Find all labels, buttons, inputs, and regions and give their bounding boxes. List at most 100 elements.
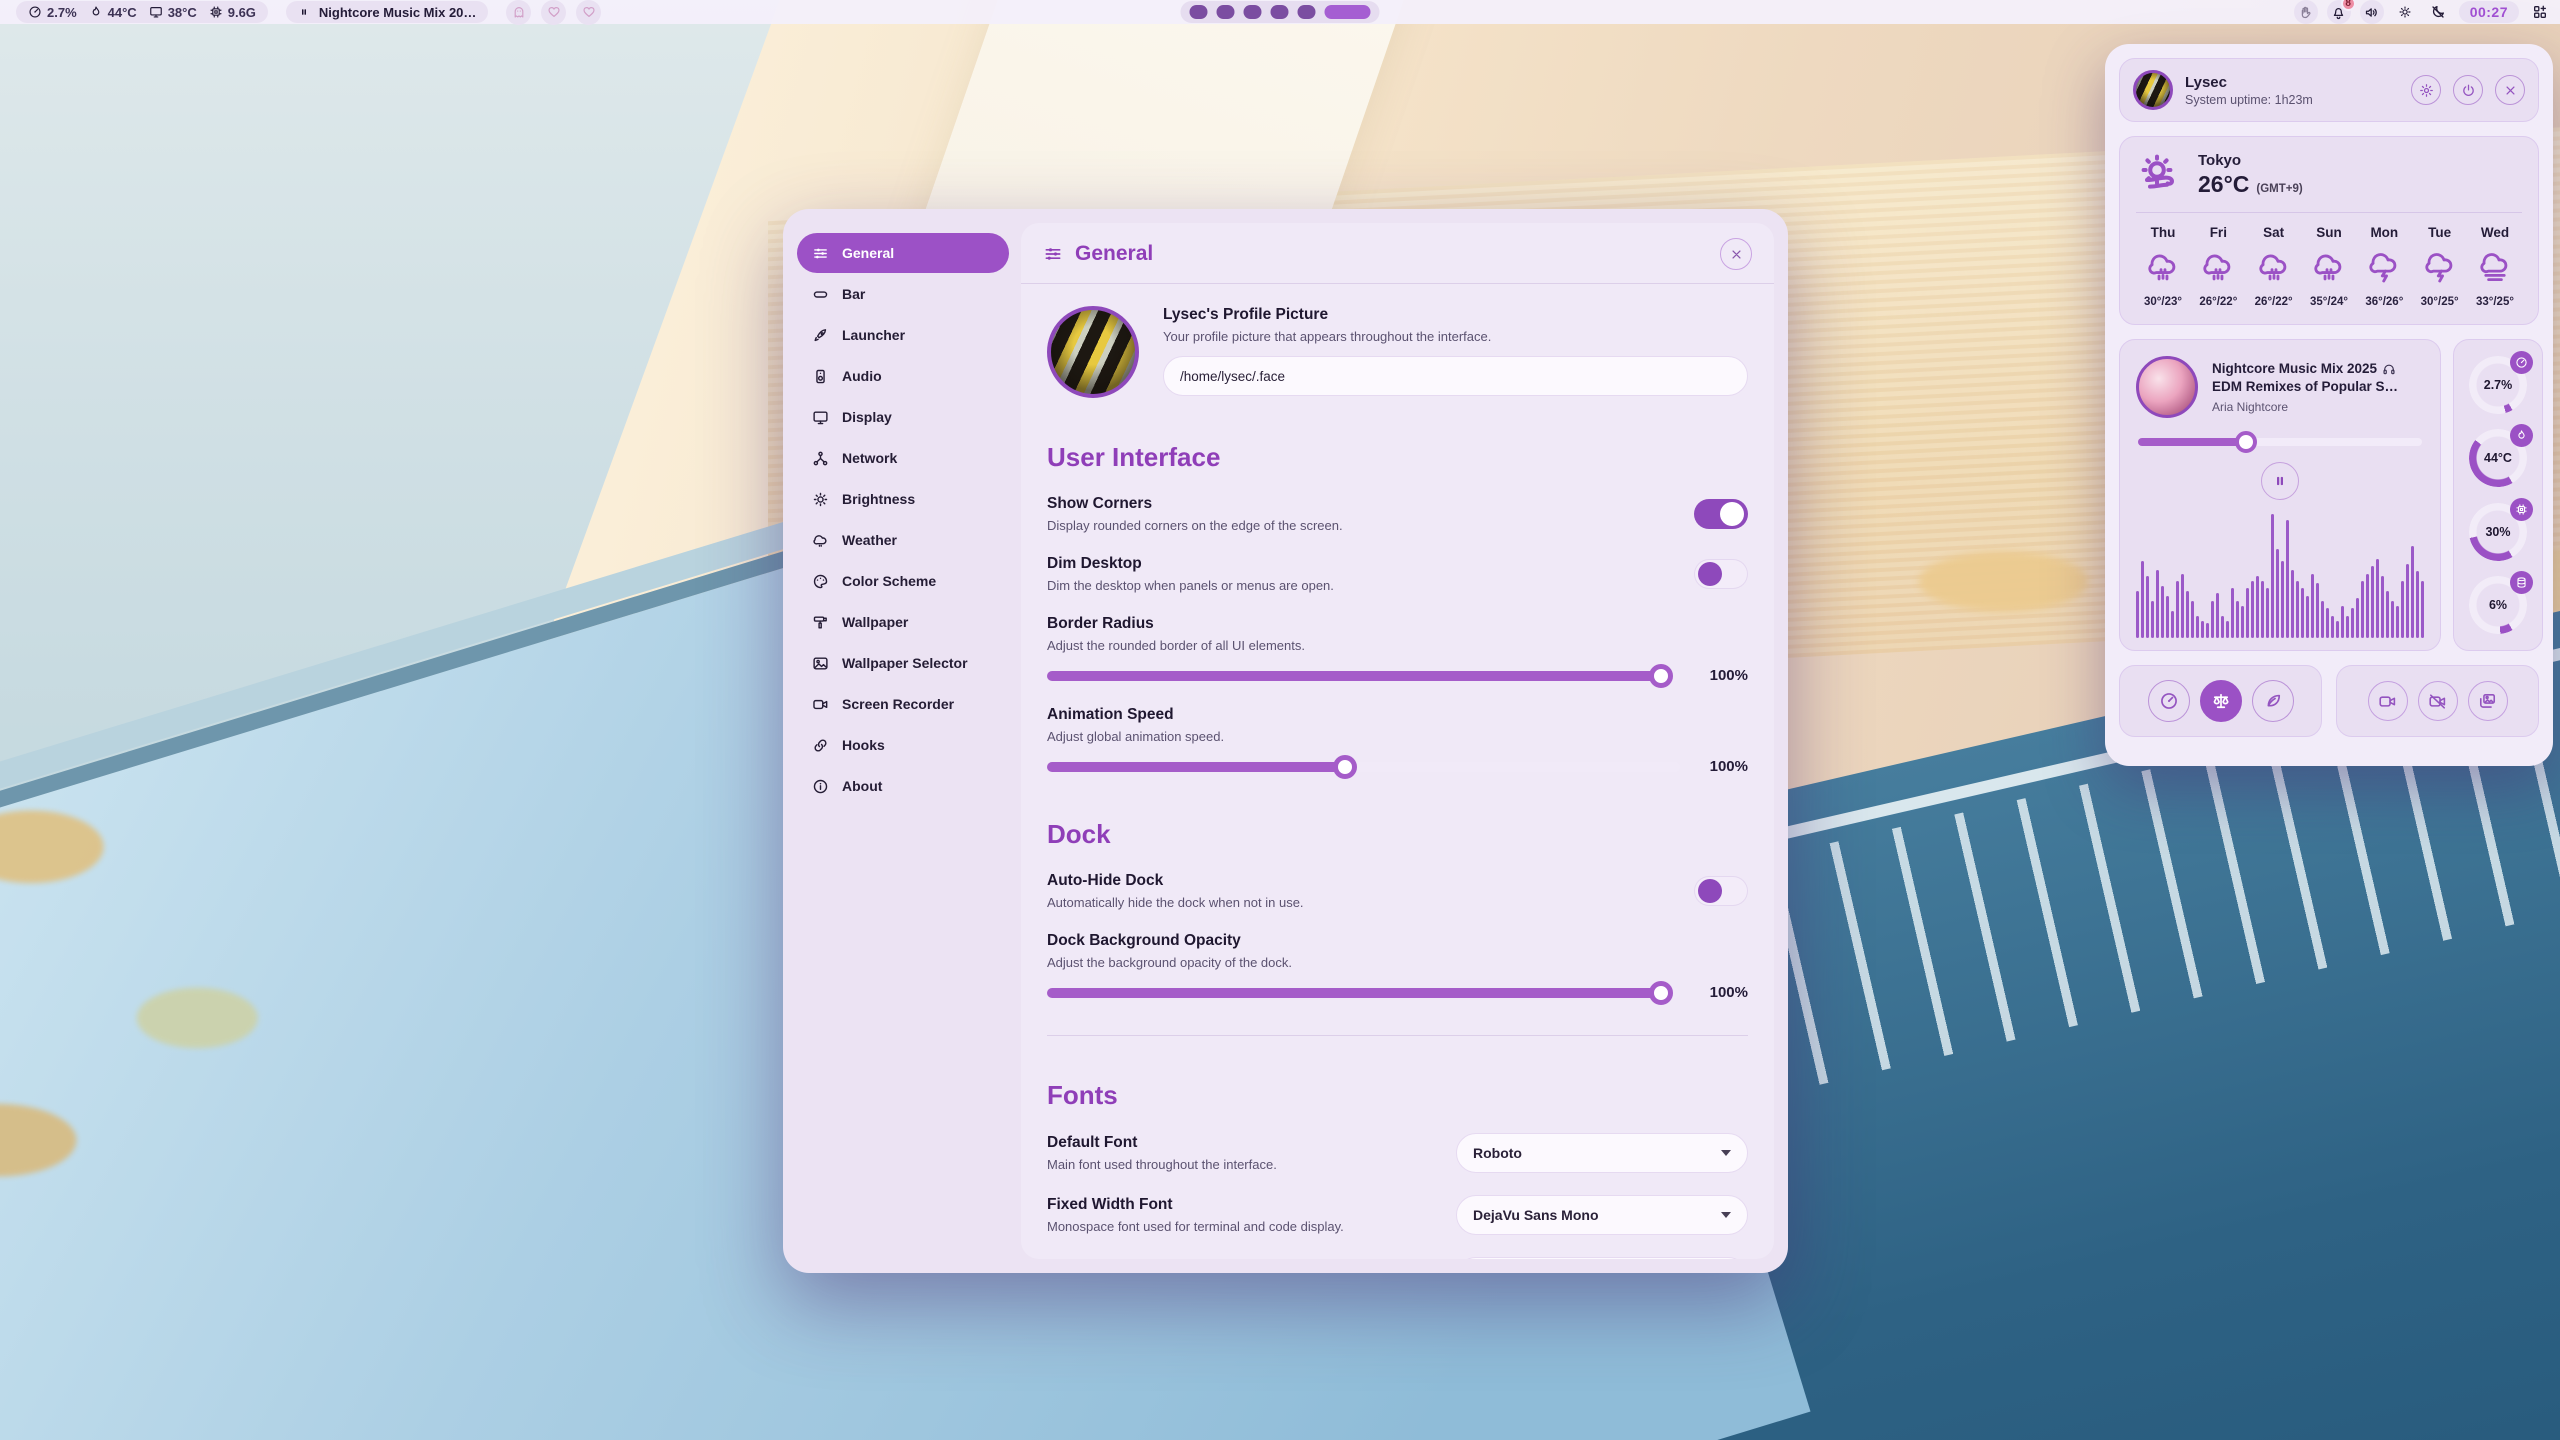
gauge-icon: [2515, 503, 2528, 516]
workspace-dot[interactable]: [1271, 5, 1289, 19]
workspace-pill[interactable]: [1181, 1, 1380, 23]
night-light-button[interactable]: [2426, 0, 2450, 24]
settings-button[interactable]: [2411, 75, 2441, 105]
utility-button[interactable]: [2468, 681, 2508, 721]
notifications-button[interactable]: 8: [2327, 0, 2351, 24]
utility-button[interactable]: [2368, 681, 2408, 721]
sidebar-item[interactable]: Brightness: [797, 479, 1009, 519]
sidebar-item-label: Network: [842, 450, 897, 466]
system-uptime: System uptime: 1h23m: [2185, 93, 2313, 107]
album-art[interactable]: [2136, 356, 2198, 418]
power-profile-icon: [2159, 691, 2179, 711]
visualizer-bar: [2256, 576, 2259, 638]
sidebar-item[interactable]: Wallpaper: [797, 602, 1009, 642]
power-button[interactable]: [2453, 75, 2483, 105]
show-corners-toggle[interactable]: [1694, 499, 1748, 529]
sidebar-item[interactable]: Color Scheme: [797, 561, 1009, 601]
sidebar-item[interactable]: Audio: [797, 356, 1009, 396]
tray-app-icon[interactable]: [2294, 0, 2318, 24]
sidebar-item-icon: [812, 532, 829, 549]
sidebar-item[interactable]: Bar: [797, 274, 1009, 314]
bar-quick-button[interactable]: [541, 0, 566, 25]
slider-knob[interactable]: [1649, 664, 1673, 688]
sidebar-item-label: Wallpaper: [842, 614, 908, 630]
visualizer-bar: [2386, 591, 2389, 638]
default-font-select[interactable]: Roboto: [1456, 1133, 1748, 1173]
close-panel-button[interactable]: [2495, 75, 2525, 105]
forecast-weather-icon: [2201, 252, 2235, 286]
sidebar-item[interactable]: Network: [797, 438, 1009, 478]
visualizer-bar: [2146, 576, 2149, 638]
page-title: General: [1075, 242, 1708, 266]
slider-knob[interactable]: [1333, 755, 1357, 779]
utility-button[interactable]: [2418, 681, 2458, 721]
slider-knob[interactable]: [1649, 981, 1673, 1005]
workspace-active[interactable]: [1325, 5, 1371, 19]
border-radius-row: Border Radius Adjust the rounded border …: [1047, 615, 1748, 684]
system-stats-pill[interactable]: 2.7% 44°C 38°C 9.6G: [16, 1, 268, 23]
auto-hide-dock-toggle[interactable]: [1694, 876, 1748, 906]
default-font-value: Roboto: [1473, 1145, 1522, 1161]
pause-icon: [298, 6, 310, 18]
sidebar-item[interactable]: Launcher: [797, 315, 1009, 355]
fixed-font-select[interactable]: DejaVu Sans Mono: [1456, 1195, 1748, 1235]
sidebar-item[interactable]: About: [797, 766, 1009, 806]
profile-avatar[interactable]: [1047, 306, 1139, 398]
gear-icon: [2419, 83, 2434, 98]
power-profile-button[interactable]: [2148, 680, 2190, 722]
volume-button[interactable]: [2360, 0, 2384, 24]
sidebar-item[interactable]: General: [797, 233, 1009, 273]
dim-desktop-label: Dim Desktop: [1047, 555, 1334, 573]
stat-value: 9.6G: [228, 5, 256, 20]
visualizer-bar: [2396, 606, 2399, 638]
slider-fill: [1047, 671, 1661, 681]
volume-knob[interactable]: [2235, 431, 2257, 453]
visualizer-bar: [2271, 514, 2274, 638]
visualizer-bar: [2171, 611, 2174, 638]
settings-window: General Bar Launcher Audio Display: [783, 209, 1788, 1273]
profile-path-input[interactable]: [1163, 356, 1748, 396]
clock[interactable]: 00:27: [2459, 1, 2519, 23]
quick-button-icon: [547, 5, 561, 19]
forecast-day: Tue 30°/25°: [2413, 225, 2467, 308]
bar-quick-button[interactable]: [506, 0, 531, 25]
close-settings-button[interactable]: [1720, 238, 1752, 270]
sidebar-item[interactable]: Hooks: [797, 725, 1009, 765]
billboard-font-select[interactable]: [1456, 1257, 1748, 1259]
overview-button[interactable]: [2528, 0, 2552, 24]
workspace-dot[interactable]: [1190, 5, 1208, 19]
sidebar-item[interactable]: Display: [797, 397, 1009, 437]
workspace-dot[interactable]: [1217, 5, 1235, 19]
visualizer-bar: [2196, 616, 2199, 638]
settings-scroll-area[interactable]: Lysec's Profile Picture Your profile pic…: [1021, 284, 1774, 1259]
brightness-button[interactable]: [2393, 0, 2417, 24]
bar-quick-button[interactable]: [576, 0, 601, 25]
workspace-dot[interactable]: [1244, 5, 1262, 19]
close-icon: [2503, 83, 2518, 98]
sidebar-item[interactable]: Screen Recorder: [797, 684, 1009, 724]
visualizer-bar: [2176, 581, 2179, 638]
forecast-day: Sat 26°/22°: [2247, 225, 2301, 308]
workspace-dot[interactable]: [1298, 5, 1316, 19]
volume-slider[interactable]: [2138, 438, 2422, 446]
sidebar-item-icon: [812, 778, 829, 795]
sidebar-item[interactable]: Weather: [797, 520, 1009, 560]
border-radius-slider[interactable]: [1047, 671, 1680, 681]
power-profile-button[interactable]: [2252, 680, 2294, 722]
visualizer-bar: [2151, 601, 2154, 638]
pause-button[interactable]: [2261, 462, 2299, 500]
forecast-temps: 36°/26°: [2365, 296, 2403, 308]
dim-desktop-desc: Dim the desktop when panels or menus are…: [1047, 578, 1334, 593]
dim-desktop-toggle[interactable]: [1694, 559, 1748, 589]
animation-speed-slider[interactable]: [1047, 762, 1680, 772]
visualizer-bar: [2241, 606, 2244, 638]
sidebar-item-icon: [812, 409, 829, 426]
bar-music-widget[interactable]: Nightcore Music Mix 20…: [286, 1, 488, 23]
avatar[interactable]: [2133, 70, 2173, 110]
power-profile-icon: [2211, 691, 2231, 711]
system-gauges-card: 2.7% 44°C 30% 6%: [2453, 339, 2543, 651]
power-profile-button[interactable]: [2200, 680, 2242, 722]
sidebar-item[interactable]: Wallpaper Selector: [797, 643, 1009, 683]
dock-opacity-slider[interactable]: [1047, 988, 1680, 998]
slider-fill: [1047, 988, 1661, 998]
